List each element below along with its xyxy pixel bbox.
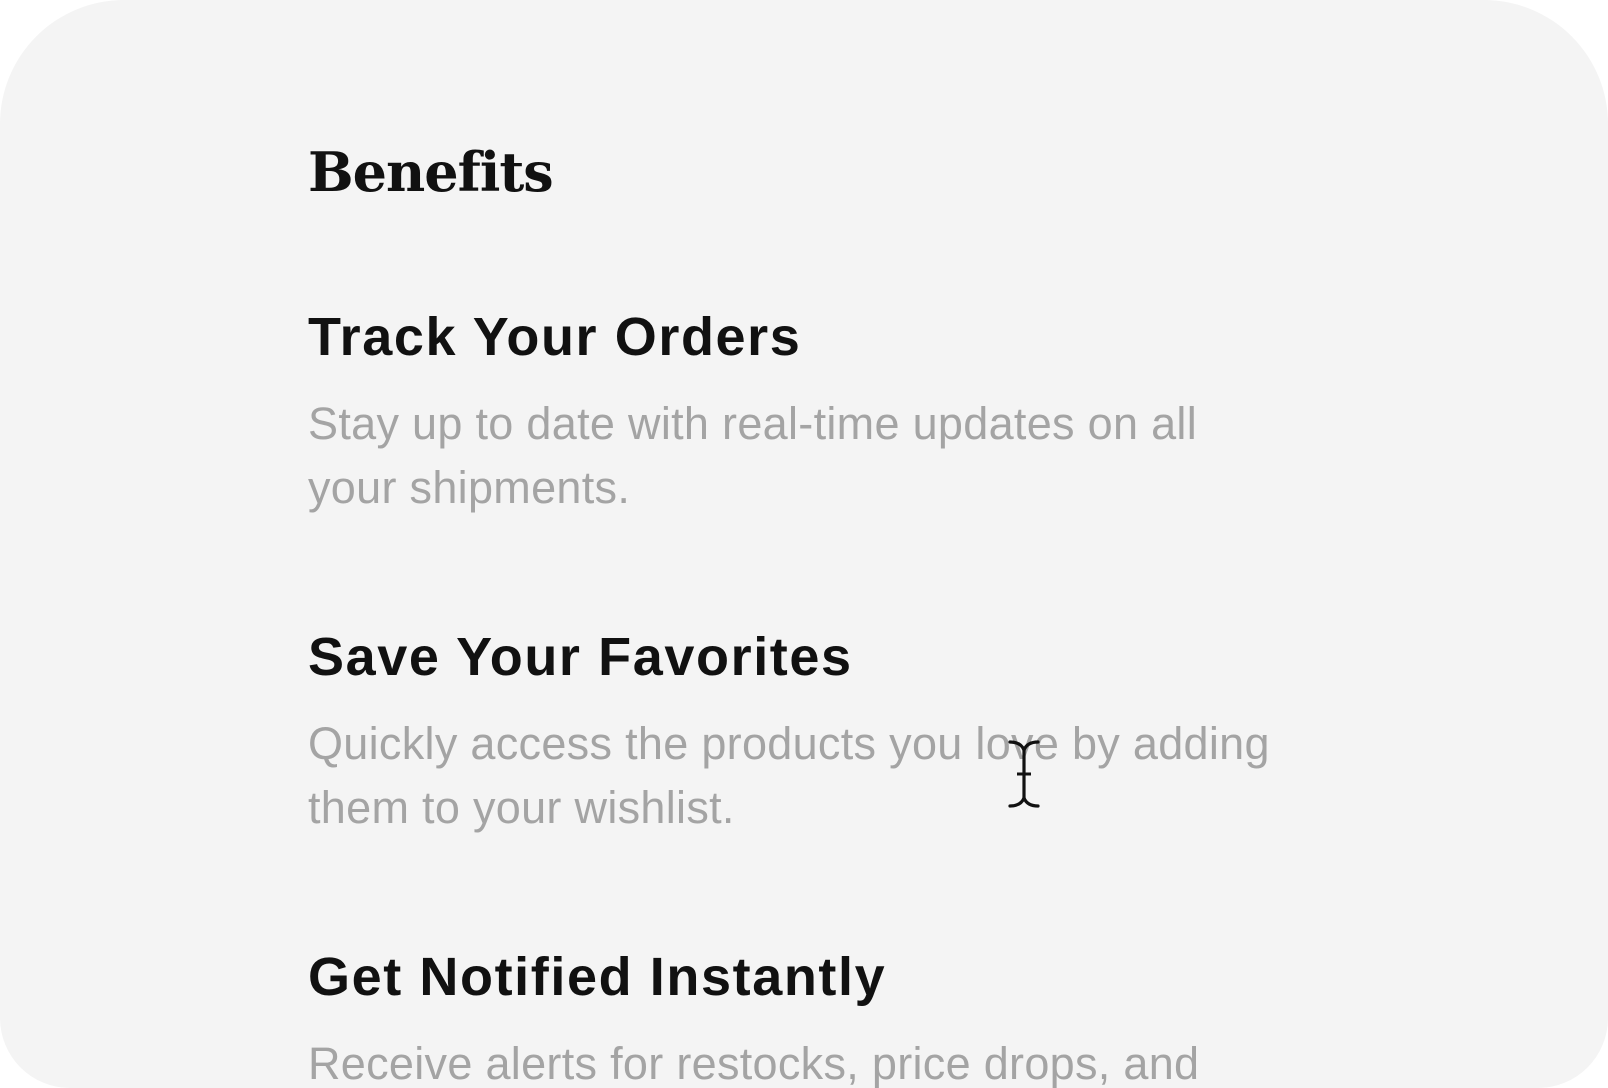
benefit-item-get-notified: Get Notified Instantly Receive alerts fo… [308, 944, 1288, 1088]
text-cursor-icon [1008, 740, 1040, 808]
benefit-title: Track Your Orders [308, 307, 802, 367]
benefit-description[interactable]: Receive alerts for restocks, price drops… [308, 1032, 1288, 1088]
benefits-card: Benefits Track Your Orders Stay up to da… [0, 0, 1608, 1088]
benefits-content: Benefits Track Your Orders Stay up to da… [308, 136, 1288, 1088]
benefit-description[interactable]: Stay up to date with real-time updates o… [308, 392, 1288, 520]
benefit-title: Save Your Favorites [308, 627, 853, 687]
benefit-item-track-orders: Track Your Orders Stay up to date with r… [308, 304, 1288, 520]
benefit-item-save-favorites: Save Your Favorites Quickly access the p… [308, 624, 1288, 840]
benefit-title: Get Notified Instantly [308, 947, 887, 1007]
benefit-description[interactable]: Quickly access the products you love by … [308, 712, 1288, 840]
section-title: Benefits [308, 140, 554, 204]
